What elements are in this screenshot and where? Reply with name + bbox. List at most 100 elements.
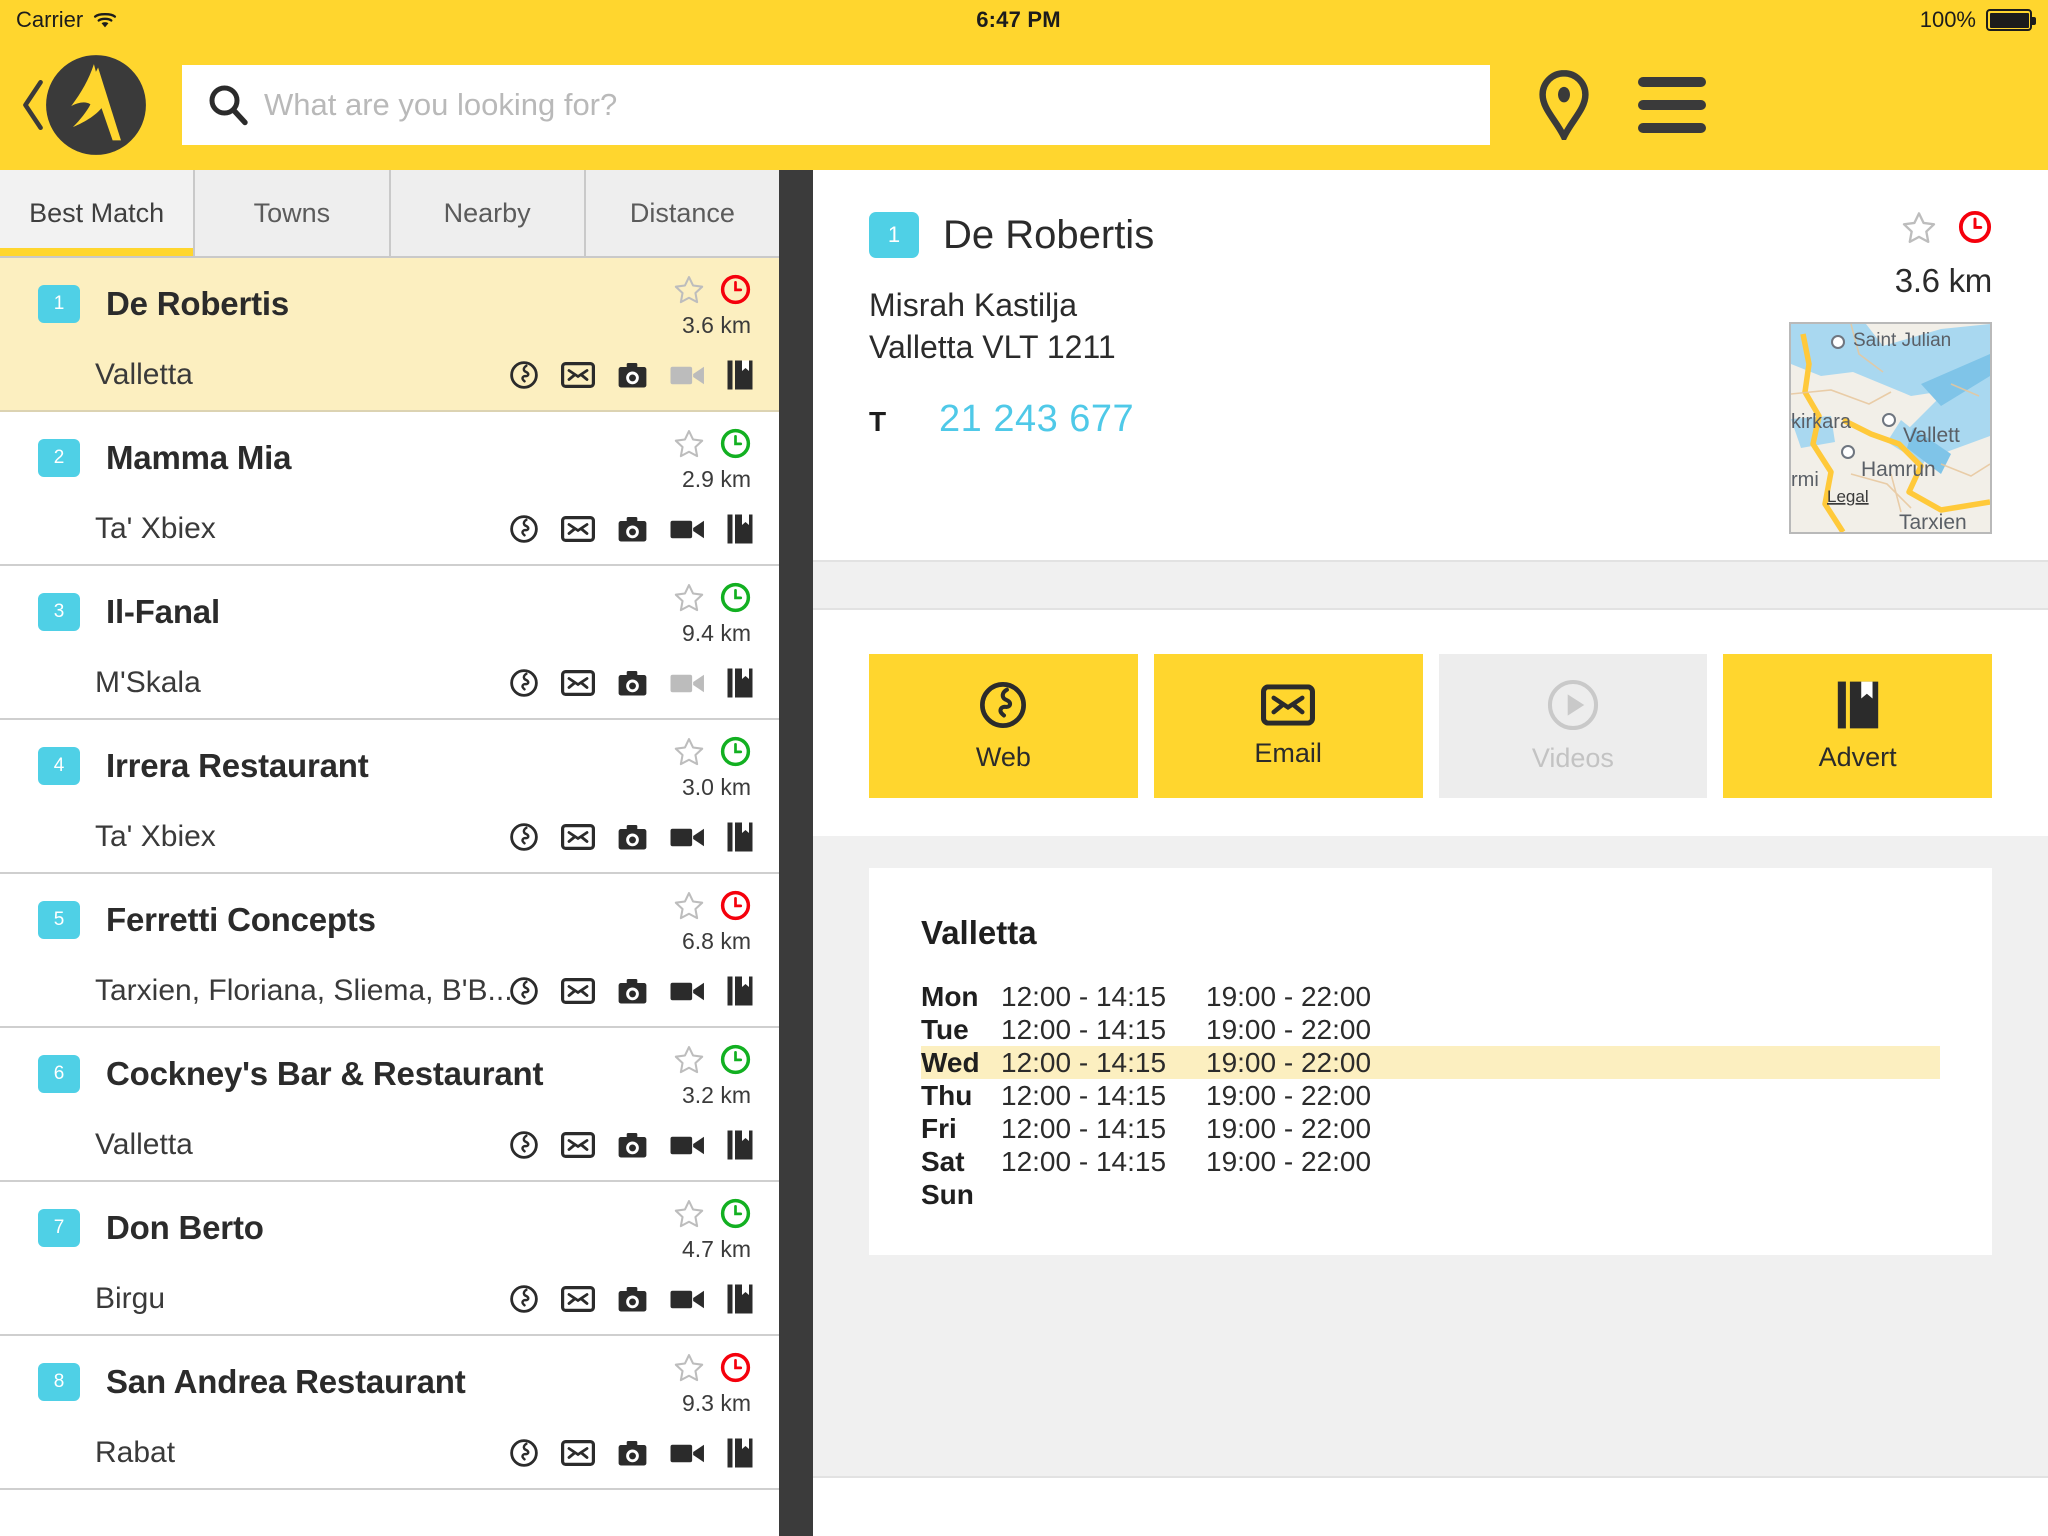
web-icon[interactable] bbox=[509, 668, 539, 698]
result-action-icons bbox=[509, 514, 753, 544]
results-list[interactable]: 1 De Robertis 3.6 km Valletta 2 Mamma Mi… bbox=[0, 258, 779, 1536]
email-icon[interactable] bbox=[561, 516, 595, 542]
detail-spacer bbox=[813, 610, 2048, 654]
photo-icon[interactable] bbox=[617, 1132, 648, 1159]
email-icon[interactable] bbox=[561, 1440, 595, 1466]
opening-hours-row: Sun bbox=[921, 1178, 1940, 1211]
email-icon[interactable] bbox=[561, 824, 595, 850]
result-name: San Andrea Restaurant bbox=[106, 1363, 466, 1400]
advert-icon[interactable] bbox=[727, 1284, 753, 1314]
result-subtitle-row: Tarxien, Floriana, Sliema, B'B... bbox=[0, 974, 779, 1008]
map-thumbnail[interactable]: Saint Julian kirkara Vallett Hamrun rmi … bbox=[1789, 322, 1992, 534]
web-icon[interactable] bbox=[509, 514, 539, 544]
web-icon[interactable] bbox=[509, 976, 539, 1006]
favourite-star-icon[interactable] bbox=[674, 583, 704, 612]
web-icon[interactable] bbox=[509, 1130, 539, 1160]
result-meta: 6.8 km bbox=[601, 888, 751, 955]
web-icon[interactable] bbox=[509, 822, 539, 852]
email-icon[interactable] bbox=[561, 1132, 595, 1158]
status-right: 100% bbox=[1920, 7, 2036, 33]
photo-icon[interactable] bbox=[617, 516, 648, 543]
table-row[interactable]: 3 Il-Fanal 9.4 km M'Skala bbox=[0, 566, 779, 720]
advert-icon[interactable] bbox=[727, 1438, 753, 1468]
favourite-star-icon[interactable] bbox=[674, 1045, 704, 1074]
email-icon[interactable] bbox=[561, 670, 595, 696]
video-icon bbox=[670, 671, 705, 696]
favourite-star-icon[interactable] bbox=[674, 1199, 704, 1228]
table-row[interactable]: 2 Mamma Mia 2.9 km Ta' Xbiex bbox=[0, 412, 779, 566]
favourite-star-icon[interactable] bbox=[674, 737, 704, 766]
favourite-star-icon[interactable] bbox=[674, 1353, 704, 1382]
video-icon bbox=[670, 363, 705, 388]
photo-icon[interactable] bbox=[617, 978, 648, 1005]
advert-icon[interactable] bbox=[727, 976, 753, 1006]
menu-button[interactable] bbox=[1638, 77, 1706, 133]
detail-rank-badge: 1 bbox=[869, 212, 919, 258]
hamburger-icon-bar bbox=[1638, 77, 1706, 87]
email-icon[interactable] bbox=[561, 1286, 595, 1312]
result-distance: 3.0 km bbox=[681, 774, 751, 800]
favourite-star-icon[interactable] bbox=[674, 429, 704, 458]
result-meta: 3.0 km bbox=[601, 734, 751, 801]
action-button-email[interactable]: Email bbox=[1153, 654, 1423, 798]
photo-icon[interactable] bbox=[617, 1440, 648, 1467]
video-icon[interactable] bbox=[670, 1287, 705, 1312]
video-icon[interactable] bbox=[670, 1441, 705, 1466]
search-bar[interactable] bbox=[182, 65, 1490, 145]
table-row[interactable]: 5 Ferretti Concepts 6.8 km Tarxien, Flor… bbox=[0, 874, 779, 1028]
video-icon[interactable] bbox=[670, 1133, 705, 1158]
favourite-star-icon[interactable] bbox=[674, 275, 704, 304]
video-icon[interactable] bbox=[670, 825, 705, 850]
action-button-web[interactable]: Web bbox=[869, 654, 1138, 798]
tab-best-match[interactable]: Best Match bbox=[0, 170, 196, 256]
video-icon[interactable] bbox=[670, 979, 705, 1004]
tab-distance[interactable]: Distance bbox=[585, 170, 779, 256]
app-header bbox=[0, 40, 2048, 170]
photo-icon[interactable] bbox=[617, 670, 648, 697]
detail-distance: 3.6 km bbox=[1894, 262, 1993, 299]
email-icon[interactable] bbox=[561, 362, 595, 388]
tab-nearby[interactable]: Nearby bbox=[390, 170, 586, 256]
web-icon[interactable] bbox=[509, 1438, 539, 1468]
photo-icon[interactable] bbox=[617, 1286, 648, 1313]
search-input[interactable] bbox=[264, 65, 1466, 145]
phone-label: T bbox=[869, 406, 887, 438]
favourite-star-icon[interactable] bbox=[1902, 211, 1936, 244]
web-icon[interactable] bbox=[509, 1284, 539, 1314]
table-row[interactable]: 7 Don Berto 4.7 km Birgu bbox=[0, 1182, 779, 1336]
email-icon[interactable] bbox=[561, 978, 595, 1004]
hours-slot-1: 12:00 - 14:15 bbox=[1001, 1013, 1167, 1045]
advert-icon[interactable] bbox=[727, 822, 753, 852]
advert-icon[interactable] bbox=[727, 514, 753, 544]
detail-content: Valletta Mon 12:00 - 14:15 19:00 - 22:00… bbox=[813, 836, 2048, 1476]
favourite-star-icon[interactable] bbox=[674, 891, 704, 920]
tab-label: Towns bbox=[253, 197, 331, 228]
table-row[interactable]: 1 De Robertis 3.6 km Valletta bbox=[0, 258, 779, 412]
advert-icon[interactable] bbox=[727, 360, 753, 390]
status-time: 6:47 PM bbox=[976, 7, 1061, 32]
table-row[interactable]: 8 San Andrea Restaurant 9.3 km Rabat bbox=[0, 1336, 779, 1490]
table-row[interactable]: 4 Irrera Restaurant 3.0 km Ta' Xbiex bbox=[0, 720, 779, 874]
web-globe-icon bbox=[978, 680, 1028, 730]
phone-number-link[interactable]: 21 243 677 bbox=[939, 398, 1134, 441]
svg-text:kirkara: kirkara bbox=[1791, 411, 1852, 433]
advert-icon[interactable] bbox=[727, 668, 753, 698]
opening-hours-row: Tue 12:00 - 14:15 19:00 - 22:00 bbox=[921, 1013, 1940, 1046]
tab-towns[interactable]: Towns bbox=[195, 170, 391, 256]
open-status-clock-icon bbox=[720, 736, 751, 767]
table-row[interactable]: 6 Cockney's Bar & Restaurant 3.2 km Vall… bbox=[0, 1028, 779, 1182]
hours-slot-1: 12:00 - 14:15 bbox=[1001, 980, 1167, 1012]
result-town: Birgu bbox=[95, 1282, 166, 1315]
result-town: Rabat bbox=[95, 1436, 176, 1469]
detail-business-name: De Robertis bbox=[943, 212, 1155, 257]
location-pin-button[interactable] bbox=[1536, 70, 1592, 140]
advert-icon[interactable] bbox=[727, 1130, 753, 1160]
video-icon[interactable] bbox=[670, 517, 705, 542]
photo-icon[interactable] bbox=[617, 824, 648, 851]
action-button-advert[interactable]: Advert bbox=[1723, 654, 1992, 798]
result-town: M'Skala bbox=[95, 666, 201, 699]
photo-icon[interactable] bbox=[617, 362, 648, 389]
web-icon[interactable] bbox=[509, 360, 539, 390]
battery-icon bbox=[1986, 9, 2036, 31]
app-logo[interactable] bbox=[44, 53, 148, 157]
